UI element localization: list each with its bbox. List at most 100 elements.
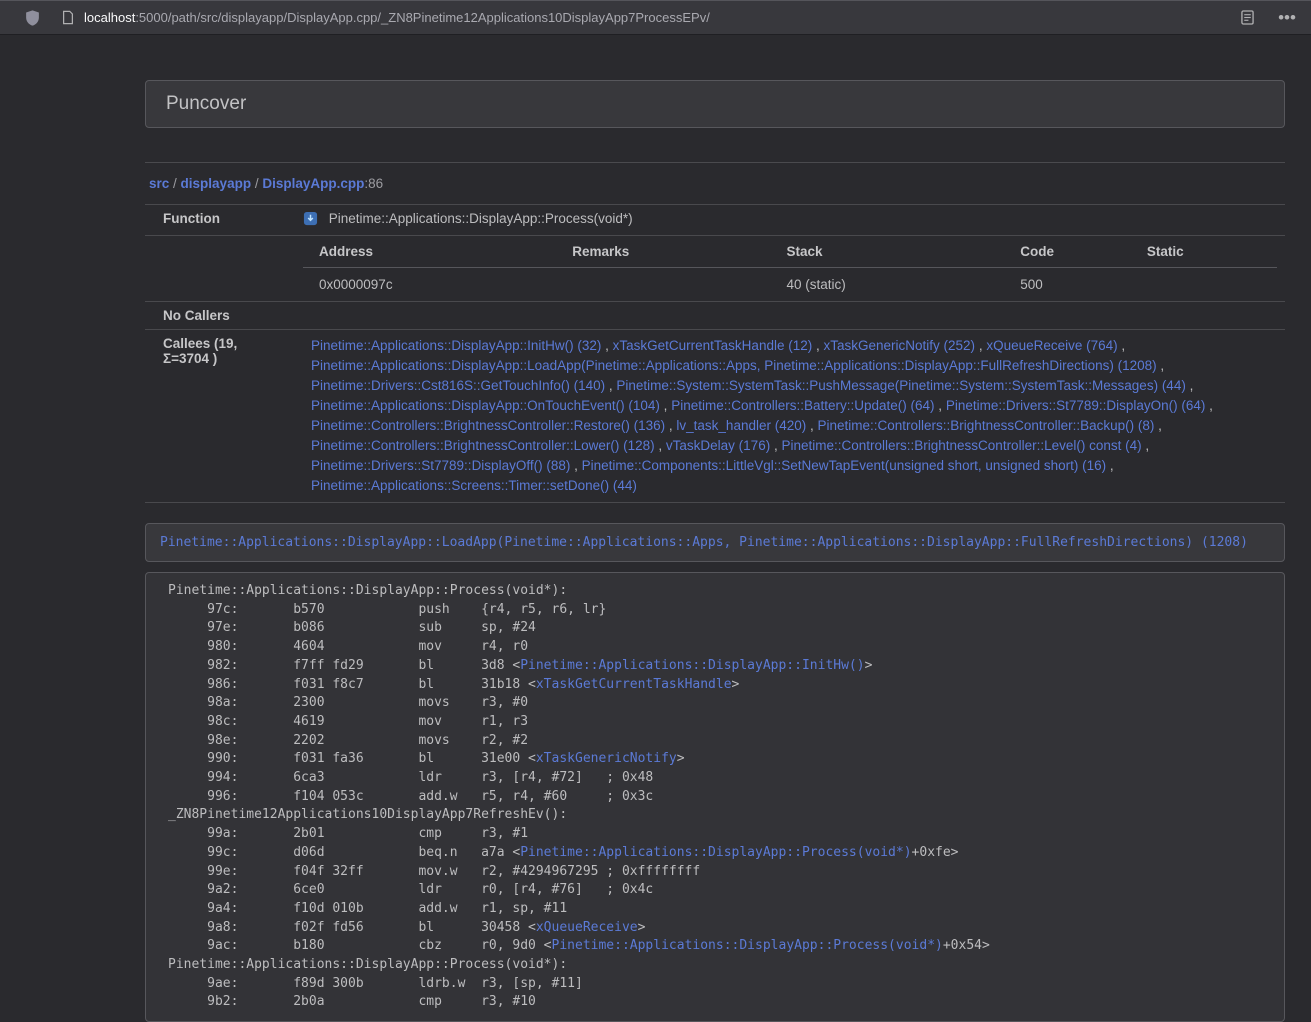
shield-icon[interactable] [22, 5, 42, 31]
callee-link[interactable]: Pinetime::Components::LittleVgl::SetNewT… [582, 458, 1107, 473]
code-line: 980: 4604 mov r4, r0 [168, 638, 1269, 657]
code-line: _ZN8Pinetime12Applications10DisplayApp7R… [168, 806, 1269, 825]
code-text: > [638, 920, 646, 935]
puncover-header: Puncover [145, 80, 1285, 128]
callee-link[interactable]: Pinetime::Drivers::Cst816S::GetTouchInfo… [311, 378, 605, 393]
code-text: 994: 6ca3 ldr r3, [r4, #72] ; 0x48 [168, 770, 653, 785]
symbol-link[interactable]: xTaskGenericNotify [536, 751, 677, 766]
callee-separator: , [660, 398, 671, 413]
breadcrumb-link-src[interactable]: src [149, 176, 169, 191]
callee-link[interactable]: Pinetime::Applications::Screens::Timer::… [311, 478, 637, 493]
symbol-link[interactable]: Pinetime::Applications::DisplayApp::Proc… [520, 845, 911, 860]
code-line: 99a: 2b01 cmp r3, #1 [168, 825, 1269, 844]
column-code: Code [1004, 242, 1131, 268]
code-line: 99c: d06d beq.n a7a <Pinetime::Applicati… [168, 844, 1269, 863]
code-text: 9b2: 2b0a cmp r3, #10 [168, 994, 536, 1009]
callee-link[interactable]: Pinetime::Applications::DisplayApp::Init… [311, 338, 601, 353]
symbol-link[interactable]: Pinetime::Applications::DisplayApp::Init… [520, 658, 864, 673]
callee-link[interactable]: Pinetime::Applications::DisplayApp::Load… [311, 358, 1157, 373]
cell-stack: 40 (static) [771, 268, 1005, 296]
callee-link[interactable]: Pinetime::Controllers::BrightnessControl… [818, 418, 1155, 433]
code-text: 97c: b570 push {r4, r5, r6, lr} [168, 602, 606, 617]
code-line: 994: 6ca3 ldr r3, [r4, #72] ; 0x48 [168, 769, 1269, 788]
url-bar[interactable]: localhost:5000/path/src/displayapp/Displ… [60, 4, 1233, 32]
code-line: 982: f7ff fd29 bl 3d8 <Pinetime::Applica… [168, 657, 1269, 676]
callee-separator: , [1186, 378, 1194, 393]
code-line: Pinetime::Applications::DisplayApp::Proc… [168, 956, 1269, 975]
code-line: 97c: b570 push {r4, r5, r6, lr} [168, 601, 1269, 620]
code-text: > [677, 751, 685, 766]
function-table: Function Pinetime::Applications::Display… [145, 204, 1285, 503]
code-text: > [865, 658, 873, 673]
callee-link[interactable]: Pinetime::System::SystemTask::PushMessag… [616, 378, 1185, 393]
column-stack: Stack [771, 242, 1005, 268]
callee-link[interactable]: Pinetime::Controllers::BrightnessControl… [781, 438, 1141, 453]
breadcrumb-link-DisplayApp.cpp[interactable]: DisplayApp.cpp [262, 176, 364, 191]
column-remarks: Remarks [556, 242, 770, 268]
code-text: 9a8: f02f fd56 bl 30458 < [168, 920, 536, 935]
callee-link[interactable]: xTaskGenericNotify (252) [824, 338, 976, 353]
highlighted-symbol-link[interactable]: Pinetime::Applications::DisplayApp::Load… [160, 535, 1248, 550]
callee-separator: , [1157, 358, 1165, 373]
column-address: Address [303, 242, 556, 268]
divider [145, 162, 1285, 163]
code-line: 9b2: 2b0a cmp r3, #10 [168, 993, 1269, 1012]
callee-link[interactable]: xQueueReceive (764) [986, 338, 1117, 353]
callee-link[interactable]: Pinetime::Controllers::Battery::Update()… [671, 398, 934, 413]
callee-separator: , [570, 458, 581, 473]
symbol-details-table: Address Remarks Stack Code Static 0x0000… [303, 242, 1277, 295]
no-callers-row: No Callers [145, 302, 1285, 330]
app-title[interactable]: Puncover [166, 93, 246, 115]
code-line: 996: f104 053c add.w r5, r4, #60 ; 0x3c [168, 788, 1269, 807]
function-row-label: Function [145, 205, 295, 236]
page-container: Puncover src / displayapp / DisplayApp.c… [145, 80, 1285, 1022]
browser-toolbar: localhost:5000/path/src/displayapp/Displ… [0, 0, 1311, 35]
callee-link[interactable]: Pinetime::Applications::DisplayApp::OnTo… [311, 398, 660, 413]
callee-separator: , [1142, 438, 1150, 453]
code-line: 99e: f04f 32ff mov.w r2, #4294967295 ; 0… [168, 863, 1269, 882]
cell-remarks [556, 268, 770, 296]
callee-link[interactable]: vTaskDelay (176) [666, 438, 770, 453]
code-line: 9ae: f89d 300b ldrb.w r3, [sp, #11] [168, 975, 1269, 994]
code-line: 98a: 2300 movs r3, #0 [168, 694, 1269, 713]
code-text: 98c: 4619 mov r1, r3 [168, 714, 528, 729]
callee-link[interactable]: lv_task_handler (420) [676, 418, 806, 433]
code-text: 9ae: f89d 300b ldrb.w r3, [sp, #11] [168, 976, 583, 991]
url-path: :5000/path/src/displayapp/DisplayApp.cpp… [135, 10, 710, 25]
reader-view-icon[interactable] [1233, 5, 1261, 31]
highlighted-symbol-box: Pinetime::Applications::DisplayApp::Load… [145, 523, 1285, 562]
callee-link[interactable]: Pinetime::Drivers::St7789::DisplayOff() … [311, 458, 570, 473]
callee-link[interactable]: xTaskGetCurrentTaskHandle (12) [613, 338, 813, 353]
code-text: > [732, 677, 740, 692]
symbol-link[interactable]: xQueueReceive [536, 920, 638, 935]
no-callers-label: No Callers [145, 302, 295, 330]
callee-separator: , [806, 418, 817, 433]
code-text: 9a2: 6ce0 ldr r0, [r4, #76] ; 0x4c [168, 882, 653, 897]
callee-link[interactable]: Pinetime::Drivers::St7789::DisplayOn() (… [946, 398, 1206, 413]
callee-separator: , [975, 338, 986, 353]
callee-separator: , [1154, 418, 1162, 433]
code-text: 99a: 2b01 cmp r3, #1 [168, 826, 528, 841]
code-text: +0x54> [943, 938, 990, 953]
breadcrumb-line-number: :86 [364, 176, 383, 191]
breadcrumb-link-displayapp[interactable]: displayapp [181, 176, 252, 191]
code-line: 97e: b086 sub sp, #24 [168, 619, 1269, 638]
code-text: 99e: f04f 32ff mov.w r2, #4294967295 ; 0… [168, 864, 700, 879]
callee-separator: , [1106, 458, 1114, 473]
code-text: 9ac: b180 cbz r0, 9d0 < [168, 938, 552, 953]
column-static: Static [1131, 242, 1277, 268]
callee-link[interactable]: Pinetime::Controllers::BrightnessControl… [311, 438, 655, 453]
table-row: 0x0000097c 40 (static) 500 [303, 268, 1277, 296]
callees-list: Pinetime::Applications::DisplayApp::Init… [295, 330, 1285, 503]
callee-link[interactable]: Pinetime::Controllers::BrightnessControl… [311, 418, 665, 433]
menu-icon[interactable]: ••• [1273, 5, 1301, 31]
code-text: +0xfe> [912, 845, 959, 860]
callee-separator: , [1205, 398, 1213, 413]
symbol-link[interactable]: Pinetime::Applications::DisplayApp::Proc… [552, 938, 943, 953]
code-line: Pinetime::Applications::DisplayApp::Proc… [168, 582, 1269, 601]
callee-separator: , [1118, 338, 1126, 353]
code-line: 98c: 4619 mov r1, r3 [168, 713, 1269, 732]
function-name: Pinetime::Applications::DisplayApp::Proc… [329, 211, 633, 226]
code-text: Pinetime::Applications::DisplayApp::Proc… [168, 957, 567, 972]
symbol-link[interactable]: xTaskGetCurrentTaskHandle [536, 677, 732, 692]
